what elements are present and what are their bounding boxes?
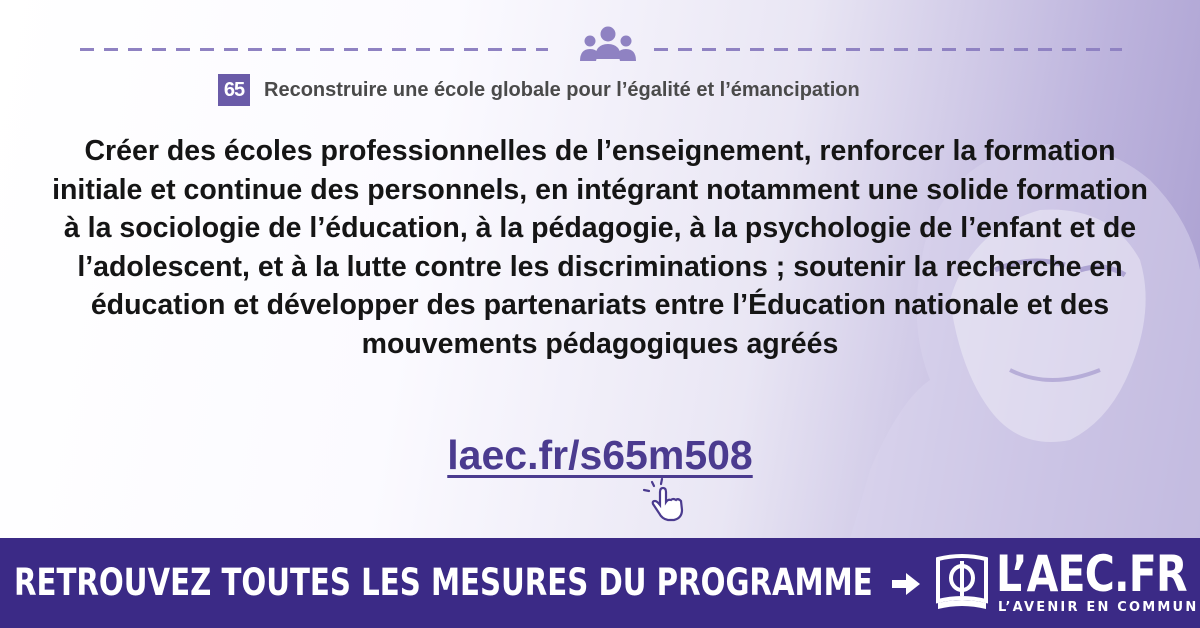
- divider-left: [80, 48, 548, 51]
- measure-text: Créer des écoles professionnelles de l’e…: [52, 135, 1148, 360]
- header-divider: [80, 26, 1122, 61]
- logo-tagline: L’AVENIR EN COMMUN: [998, 600, 1199, 615]
- measure-link[interactable]: laec.fr/s65m508: [447, 432, 752, 478]
- group-people-icon: [580, 26, 636, 61]
- measure-link-container: laec.fr/s65m508: [300, 432, 900, 479]
- phi-book-emblem-icon[interactable]: [934, 553, 990, 613]
- measure-header: 65 Reconstruire une école globale pour l…: [218, 74, 860, 106]
- divider-right: [654, 48, 1122, 51]
- arrow-right-icon: [892, 573, 920, 595]
- footer-cta-text[interactable]: RETROUVEZ TOUTES LES MESURES DU PROGRAMM…: [14, 556, 873, 610]
- section-title: Reconstruire une école globale pour l’ég…: [264, 78, 860, 101]
- measure-number-badge: 65: [218, 74, 250, 106]
- footer-banner[interactable]: RETROUVEZ TOUTES LES MESURES DU PROGRAMM…: [0, 538, 1200, 628]
- hand-click-icon: [642, 477, 684, 522]
- logo-name[interactable]: L’AEC.FR: [996, 548, 1188, 600]
